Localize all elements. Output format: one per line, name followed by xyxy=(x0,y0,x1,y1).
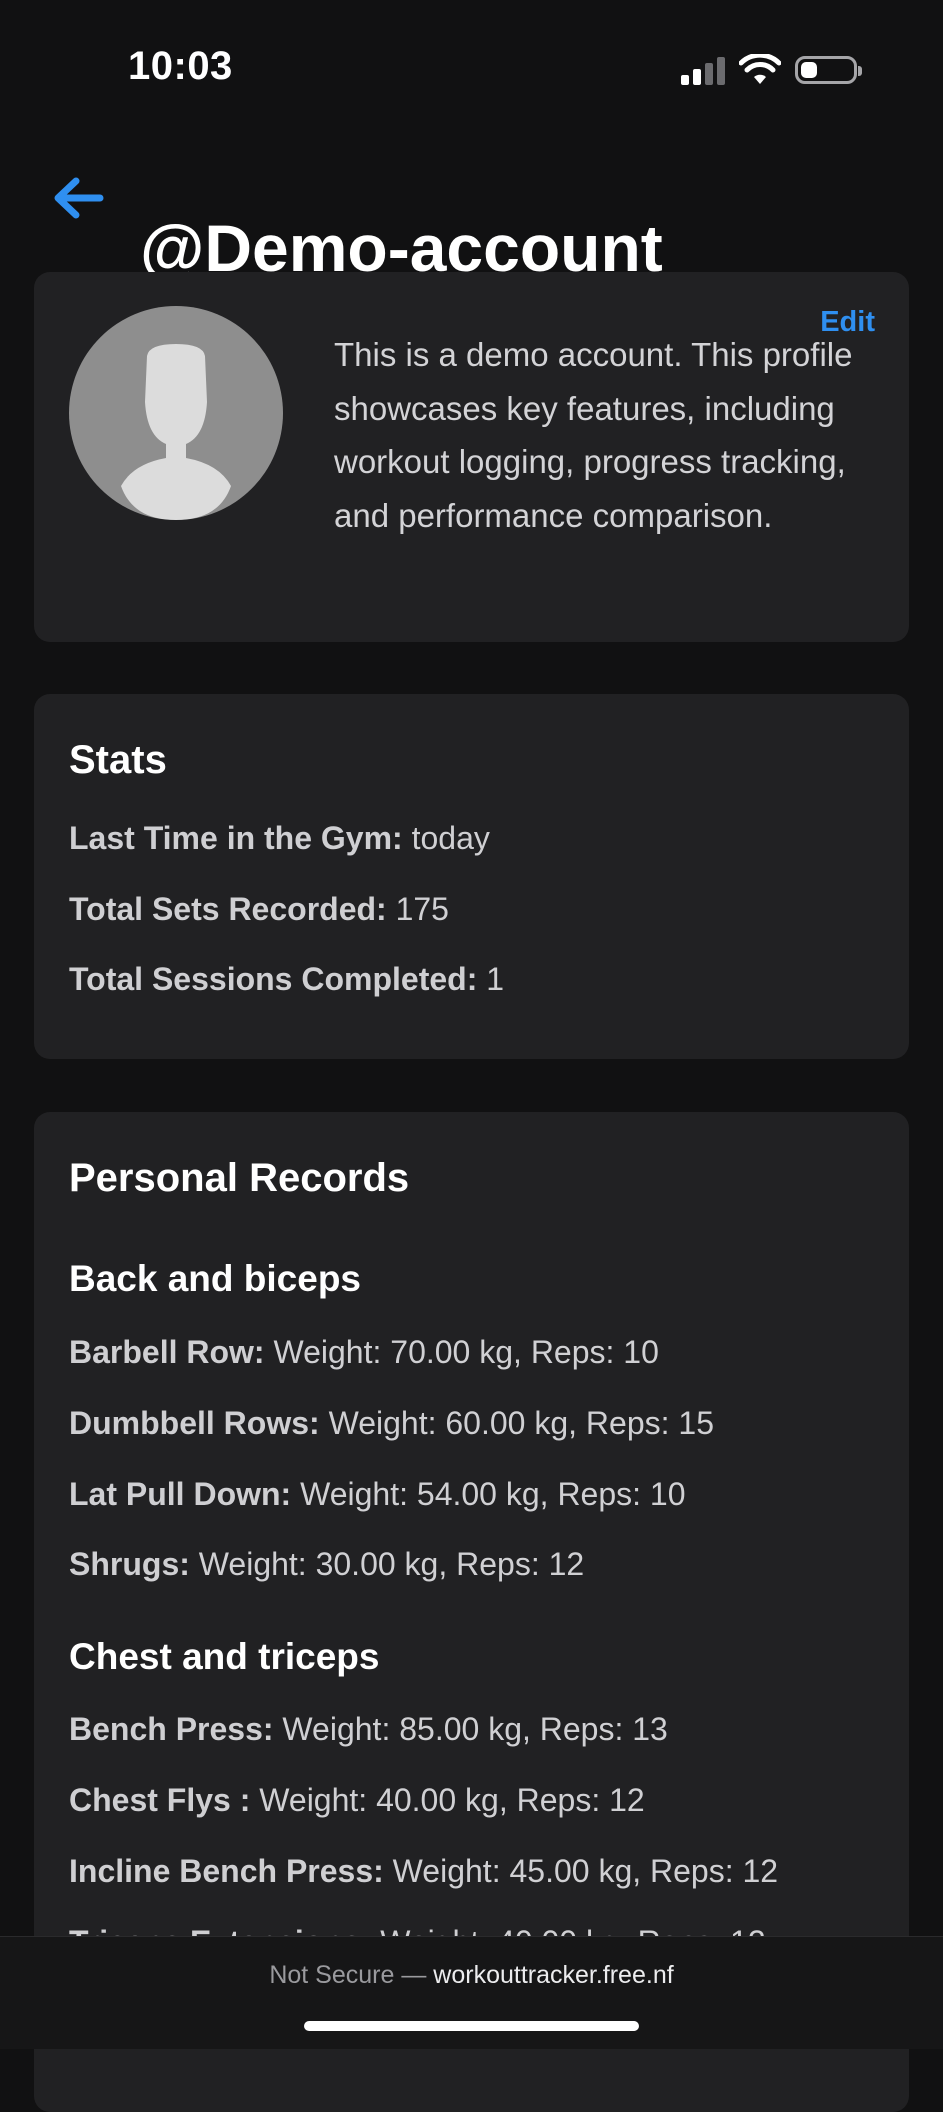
stat-row: Last Time in the Gym: today xyxy=(69,818,490,858)
record-detail: Weight: 45.00 kg, Reps: 12 xyxy=(392,1853,779,1889)
stats-card: Stats Last Time in the Gym: today Total … xyxy=(34,694,909,1059)
stat-label: Total Sessions Completed: xyxy=(69,961,478,997)
record-row: Incline Bench Press: Weight: 45.00 kg, R… xyxy=(69,1851,778,1891)
profile-bio: This is a demo account. This profile sho… xyxy=(334,336,853,534)
record-exercise: Lat Pull Down: xyxy=(69,1476,292,1512)
status-bar: 10:03 xyxy=(0,0,943,140)
header: @Demo-account xyxy=(0,150,943,285)
stat-value: 175 xyxy=(395,891,449,927)
record-detail: Weight: 85.00 kg, Reps: 13 xyxy=(282,1711,668,1747)
battery-icon xyxy=(795,56,862,84)
record-detail: Weight: 40.00 kg, Reps: 12 xyxy=(259,1782,645,1818)
stat-row: Total Sets Recorded: 175 xyxy=(69,889,449,929)
record-exercise: Incline Bench Press: xyxy=(69,1853,384,1889)
record-exercise: Chest Flys : xyxy=(69,1782,251,1818)
record-row: Lat Pull Down: Weight: 54.00 kg, Reps: 1… xyxy=(69,1474,686,1514)
stat-value: today xyxy=(411,820,490,856)
status-icons xyxy=(681,50,862,90)
cellular-signal-icon xyxy=(681,55,725,85)
record-exercise: Dumbbell Rows: xyxy=(69,1405,320,1441)
arrow-left-icon xyxy=(54,177,104,219)
back-button[interactable] xyxy=(48,168,108,228)
avatar xyxy=(69,306,283,520)
home-indicator[interactable] xyxy=(304,2021,639,2031)
record-row: Shrugs: Weight: 30.00 kg, Reps: 12 xyxy=(69,1544,584,1584)
record-row: Chest Flys : Weight: 40.00 kg, Reps: 12 xyxy=(69,1780,645,1820)
status-time: 10:03 xyxy=(128,44,233,88)
url-line[interactable]: Not Secure — workouttracker.free.nf xyxy=(0,1961,943,1990)
default-avatar-icon xyxy=(121,344,231,520)
section-title-back-and-biceps: Back and biceps xyxy=(69,1258,362,1299)
security-label: Not Secure — xyxy=(269,1961,427,1989)
record-detail: Weight: 30.00 kg, Reps: 12 xyxy=(198,1546,585,1582)
record-row: Bench Press: Weight: 85.00 kg, Reps: 13 xyxy=(69,1709,668,1749)
site-domain: workouttracker.free.nf xyxy=(433,1961,674,1989)
browser-address-bar[interactable]: Not Secure — workouttracker.free.nf xyxy=(0,1936,943,2049)
stat-label: Last Time in the Gym: xyxy=(69,820,403,856)
record-detail: Weight: 54.00 kg, Reps: 10 xyxy=(300,1476,686,1512)
record-detail: Weight: 70.00 kg, Reps: 10 xyxy=(273,1334,659,1370)
record-exercise: Shrugs: xyxy=(69,1546,190,1582)
record-exercise: Bench Press: xyxy=(69,1711,274,1747)
stat-value: 1 xyxy=(486,961,505,997)
profile-card: Edit This is a demo account. This profil… xyxy=(34,272,909,642)
record-row: Dumbbell Rows: Weight: 60.00 kg, Reps: 1… xyxy=(69,1403,714,1443)
record-exercise: Barbell Row: xyxy=(69,1334,265,1370)
wifi-icon xyxy=(739,54,781,84)
personal-records-title: Personal Records xyxy=(69,1156,410,1200)
stats-title: Stats xyxy=(69,738,167,782)
stat-label: Total Sets Recorded: xyxy=(69,891,387,927)
section-title-chest-and-triceps: Chest and triceps xyxy=(69,1636,380,1677)
record-row: Barbell Row: Weight: 70.00 kg, Reps: 10 xyxy=(69,1332,659,1372)
record-detail: Weight: 60.00 kg, Reps: 15 xyxy=(328,1405,714,1441)
stat-row: Total Sessions Completed: 1 xyxy=(69,959,504,999)
